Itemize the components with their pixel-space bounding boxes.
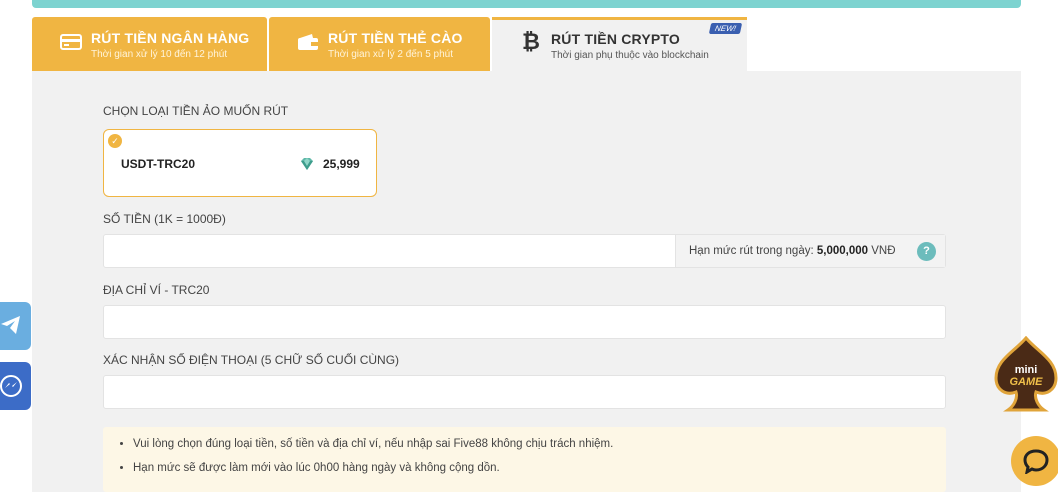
phone-confirm-input[interactable] <box>103 375 946 409</box>
wallet-icon <box>298 34 318 50</box>
diamond-icon <box>301 158 313 170</box>
chat-support-button[interactable] <box>1011 436 1058 486</box>
tab-bank-withdraw[interactable]: RÚT TIỀN NGÂN HÀNG Thời gian xử lý 10 đế… <box>32 17 267 71</box>
help-icon[interactable]: ? <box>917 242 936 261</box>
amount-label: SỐ TIỀN (1K = 1000Đ) <box>103 212 226 226</box>
tab-card-withdraw[interactable]: RÚT TIỀN THẺ CÀO Thời gian xử lý 2 đến 5… <box>269 17 490 71</box>
tab-title: RÚT TIỀN CRYPTO <box>551 31 681 47</box>
notice-box: Vui lòng chọn đúng loại tiền, số tiền và… <box>103 427 946 492</box>
notice-item: Vui lòng chọn đúng loại tiền, số tiền và… <box>133 436 946 452</box>
tab-subtitle: Thời gian xử lý 2 đến 5 phút <box>328 49 453 60</box>
top-accent-bar <box>32 0 1021 8</box>
coin-name: USDT-TRC20 <box>121 157 196 171</box>
new-badge: NEW! <box>708 23 743 34</box>
limit-amount: 5,000,000 <box>816 245 869 257</box>
phone-confirm-label: XÁC NHẬN SỐ ĐIỆN THOẠI (5 CHỮ SỐ CUỐI CÙ… <box>103 353 400 367</box>
chat-icon <box>1023 449 1049 474</box>
bitcoin-icon: ₿ <box>522 30 540 55</box>
tab-subtitle: Thời gian xử lý 10 đến 12 phút <box>91 49 228 60</box>
telegram-icon <box>1 316 20 334</box>
minigame-text: GAME <box>1010 376 1044 388</box>
limit-unit: VNĐ <box>871 245 896 257</box>
coin-select-label: CHỌN LOẠI TIỀN ẢO MUỐN RÚT <box>103 104 289 118</box>
daily-limit-info: Hạn mức rút trong ngày: 5,000,000 VNĐ ? <box>675 235 945 267</box>
telegram-button[interactable] <box>0 302 31 350</box>
coin-balance: 25,999 <box>323 157 360 171</box>
tab-subtitle: Thời gian phụ thuộc vào blockchain <box>551 50 709 61</box>
limit-prefix: Hạn mức rút trong ngày: <box>689 245 814 257</box>
coin-option-usdt-trc20[interactable]: ✓ USDT-TRC20 25,999 <box>103 129 377 197</box>
wallet-address-input[interactable] <box>103 305 946 339</box>
minigame-text: mini <box>1015 364 1038 376</box>
wallet-address-label: ĐỊA CHỈ VÍ - TRC20 <box>103 283 210 297</box>
tab-crypto-withdraw[interactable]: ₿ RÚT TIỀN CRYPTO Thời gian phụ thuộc và… <box>492 17 747 71</box>
minigame-button[interactable]: mini GAME <box>994 336 1058 412</box>
messenger-button[interactable] <box>0 362 31 410</box>
notice-item: Hạn mức sẽ được làm mới vào lúc 0h00 hàn… <box>133 460 946 476</box>
check-icon: ✓ <box>108 134 122 148</box>
messenger-icon <box>0 375 22 397</box>
bank-card-icon <box>60 34 82 50</box>
tab-title: RÚT TIỀN NGÂN HÀNG <box>91 30 250 46</box>
tab-title: RÚT TIỀN THẺ CÀO <box>328 30 463 46</box>
